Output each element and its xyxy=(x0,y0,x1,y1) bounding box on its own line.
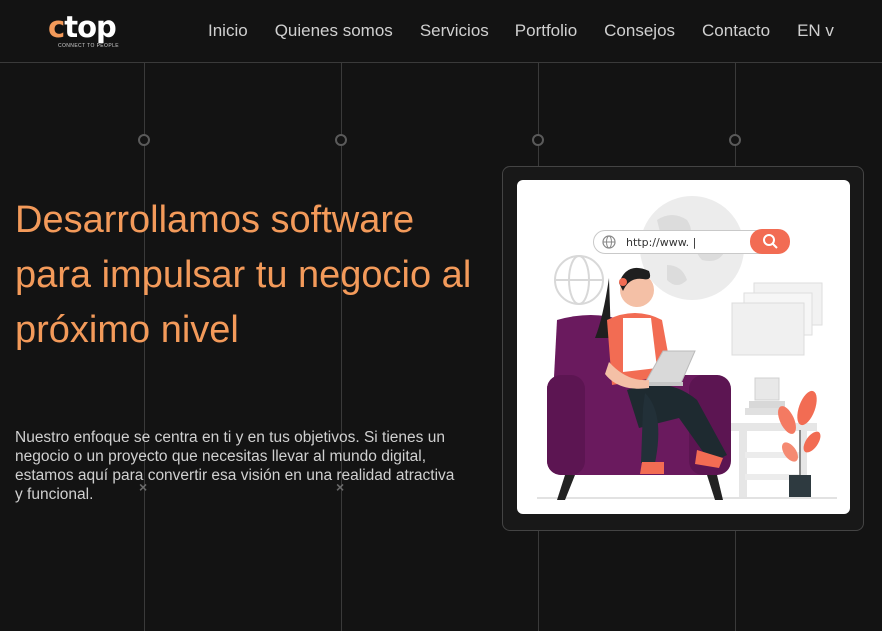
url-bar: http://www. | xyxy=(593,229,790,254)
search-icon xyxy=(763,234,778,249)
logo[interactable]: ctop CONNECT TO PEOPLE xyxy=(48,12,124,49)
nav-contacto[interactable]: Contacto xyxy=(702,21,770,41)
hero-description: Nuestro enfoque se centra en ti y en tus… xyxy=(15,429,455,503)
logo-tagline: CONNECT TO PEOPLE xyxy=(58,43,119,49)
grid-node xyxy=(335,134,347,146)
url-text: http://www. | xyxy=(626,236,697,249)
grid-node xyxy=(729,134,741,146)
nav-portfolio[interactable]: Portfolio xyxy=(515,21,577,41)
hero-title: Desarrollamos software para impulsar tu … xyxy=(15,199,472,351)
main-nav: Inicio Quienes somos Servicios Portfolio… xyxy=(208,21,834,41)
logo-wordmark: ctop xyxy=(48,10,117,44)
grid-node xyxy=(138,134,150,146)
hero-illustration-card: http://www. | xyxy=(502,166,864,531)
nav-consejos[interactable]: Consejos xyxy=(604,21,675,41)
grid-node xyxy=(532,134,544,146)
search-button xyxy=(750,229,790,254)
nav-servicios[interactable]: Servicios xyxy=(420,21,489,41)
nav-quienes-somos[interactable]: Quienes somos xyxy=(275,21,393,41)
language-selector[interactable]: EN v xyxy=(797,21,834,41)
globe-icon xyxy=(602,235,616,249)
hero-illustration: http://www. | xyxy=(517,180,850,514)
nav-inicio[interactable]: Inicio xyxy=(208,21,248,41)
site-header: ctop CONNECT TO PEOPLE Inicio Quienes so… xyxy=(0,0,882,63)
